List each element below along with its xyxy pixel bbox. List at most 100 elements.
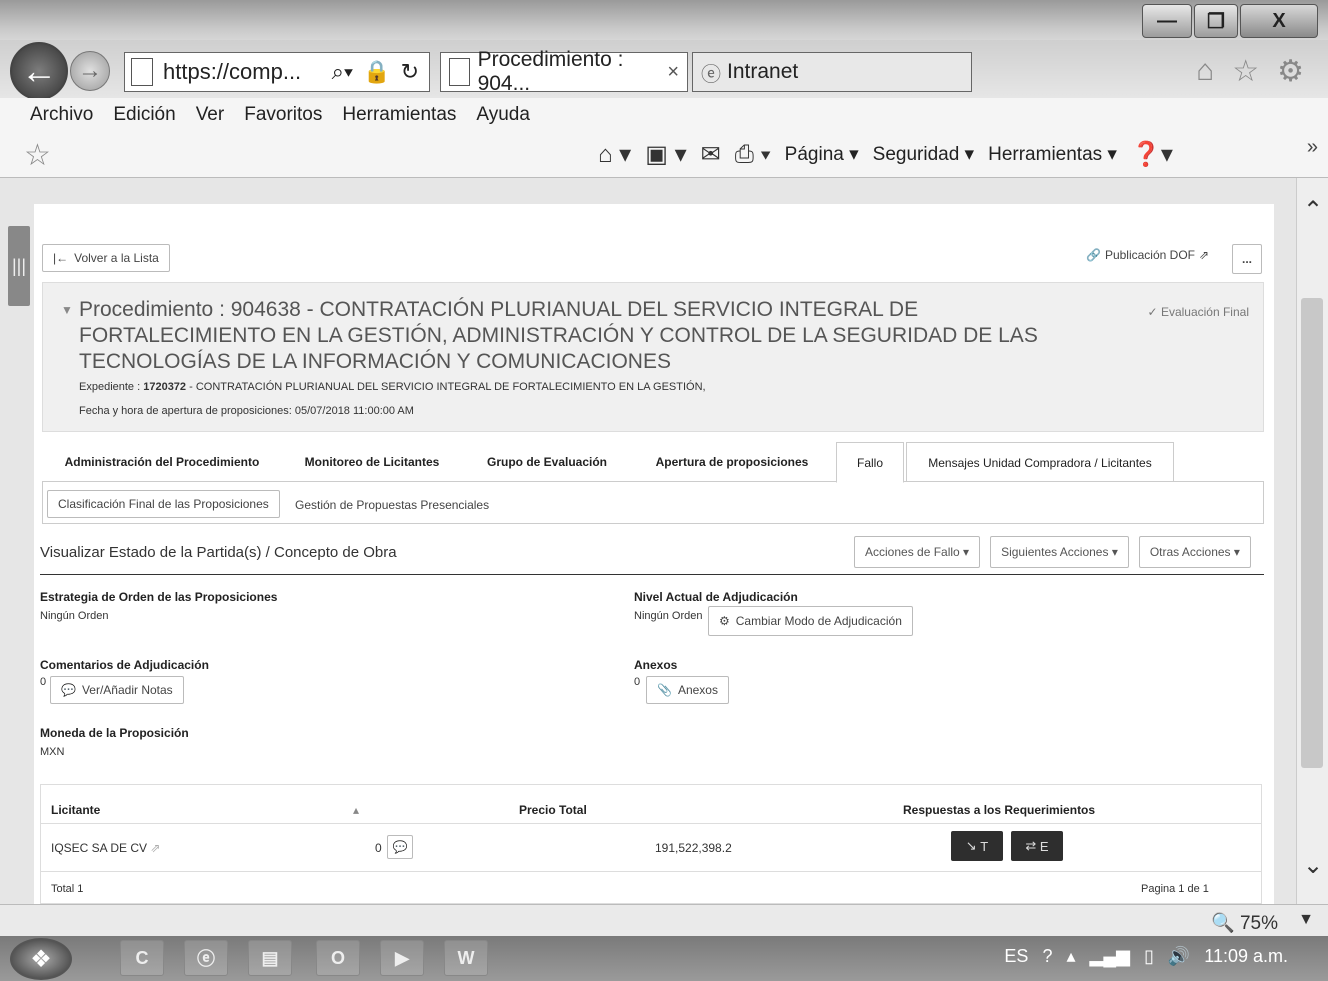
- sort-icon[interactable]: ▴: [353, 803, 359, 817]
- language-indicator[interactable]: ES: [1004, 946, 1028, 967]
- menu-archivo[interactable]: Archivo: [30, 104, 93, 126]
- collapse-caret-icon[interactable]: ▼: [61, 297, 73, 323]
- zoom-level[interactable]: 🔍 75%: [1211, 911, 1278, 935]
- back-button[interactable]: ←: [10, 42, 68, 100]
- fecha-value: 05/07/2018 11:00:00 AM: [294, 405, 414, 417]
- window-titlebar: — ❐ X: [0, 0, 1328, 40]
- battery-icon[interactable]: ▯: [1144, 946, 1154, 967]
- menu-ver[interactable]: Ver: [196, 104, 225, 126]
- ver-notas-button[interactable]: 💬 Ver/Añadir Notas: [50, 676, 184, 704]
- zoom-dropdown-icon[interactable]: ▼: [1298, 911, 1314, 929]
- tab-administracion[interactable]: Administración del Procedimiento: [42, 442, 282, 482]
- mail-icon[interactable]: ✉: [701, 140, 721, 169]
- row-comment-button[interactable]: 💬: [387, 835, 413, 859]
- url-text[interactable]: https://comp...: [163, 59, 332, 85]
- tab-label: Intranet: [727, 60, 799, 83]
- clock[interactable]: 11:09 a.m.: [1204, 946, 1288, 967]
- add-favorites-star-icon[interactable]: ☆: [24, 138, 51, 173]
- address-row: ← → https://comp... ⌕▾ 🔒 ↻ Procedimiento…: [0, 40, 1328, 100]
- tab-intranet[interactable]: ⓔ Intranet: [692, 52, 972, 92]
- col-licitante[interactable]: Licitante: [51, 803, 100, 817]
- publicacion-dof-link[interactable]: 🔗 Publicación DOF ⇗: [1086, 248, 1209, 262]
- search-icon[interactable]: ⌕▾: [332, 59, 354, 85]
- rss-feed-icon[interactable]: ▣ ▾: [645, 140, 686, 169]
- licitante-name[interactable]: IQSEC SA DE CV: [51, 841, 147, 855]
- chevron-more-icon[interactable]: »: [1307, 136, 1318, 159]
- subtab-gestion-presenciales[interactable]: Gestión de Propuestas Presenciales: [295, 498, 489, 512]
- side-panel-handle[interactable]: |||: [8, 226, 30, 306]
- table-pagination: Pagina 1 de 1: [1141, 883, 1209, 895]
- print-icon[interactable]: ⎙ ▾: [735, 141, 771, 169]
- volume-icon[interactable]: 🔊: [1168, 946, 1190, 967]
- outlook-taskbar-icon[interactable]: O: [316, 940, 360, 976]
- evaluacion-final-status: ✓ Evaluación Final: [1148, 305, 1249, 319]
- gear-icon[interactable]: ⚙: [1277, 54, 1304, 89]
- evaluacion-final-label: Evaluación Final: [1160, 305, 1249, 319]
- zoom-icon: 🔍: [1211, 913, 1235, 934]
- col-respuestas[interactable]: Respuestas a los Requerimientos: [903, 803, 1095, 817]
- otras-acciones-button[interactable]: Otras Acciones ▾: [1138, 536, 1251, 568]
- check-icon: ✓: [1147, 305, 1158, 319]
- tab-grupo-evaluacion[interactable]: Grupo de Evaluación: [462, 442, 632, 482]
- subtab-clasificacion-final[interactable]: Clasificación Final de las Proposiciones: [47, 490, 280, 518]
- chrome-taskbar-icon[interactable]: C: [120, 940, 164, 976]
- pagina-menu[interactable]: Página ▾: [785, 143, 859, 166]
- status-bar: 🔍 75% ▼: [0, 904, 1328, 936]
- tab-fallo[interactable]: Fallo: [836, 442, 904, 483]
- respuesta-t-button[interactable]: ↘ T: [951, 831, 1003, 861]
- menu-ayuda[interactable]: Ayuda: [476, 104, 530, 126]
- refresh-icon[interactable]: ↻: [401, 59, 419, 85]
- menu-edicion[interactable]: Edición: [113, 104, 175, 126]
- chart-down-icon: ↘: [965, 838, 977, 853]
- herramientas-menu[interactable]: Herramientas ▾: [988, 143, 1117, 166]
- scroll-down-icon[interactable]: ⌄: [1297, 851, 1328, 880]
- media-taskbar-icon[interactable]: ▶: [380, 940, 424, 976]
- start-button[interactable]: ❖: [10, 938, 72, 980]
- close-window-button[interactable]: X: [1240, 4, 1318, 38]
- respuesta-e-button[interactable]: ⇄ E: [1011, 831, 1063, 861]
- ie-taskbar-icon[interactable]: ⓔ: [184, 940, 228, 976]
- moneda-value: MXN: [40, 746, 65, 758]
- expediente-number: 1720372: [143, 381, 187, 393]
- favorites-star-icon[interactable]: ☆: [1232, 54, 1259, 89]
- comment-icon: 💬: [392, 840, 408, 854]
- menu-favoritos[interactable]: Favoritos: [244, 104, 322, 126]
- home-icon[interactable]: ⌂: [1196, 54, 1214, 89]
- close-tab-icon[interactable]: ×: [667, 61, 679, 84]
- tab-mensajes[interactable]: Mensajes Unidad Compradora / Licitantes: [906, 442, 1174, 482]
- network-icon[interactable]: ▂▄▆: [1090, 946, 1130, 967]
- acciones-fallo-button[interactable]: Acciones de Fallo ▾: [854, 536, 981, 568]
- more-options-button[interactable]: ...: [1232, 244, 1262, 274]
- word-taskbar-icon[interactable]: W: [444, 940, 488, 976]
- procedure-title-text: Procedimiento : 904638 - CONTRATACIÓN PL…: [79, 298, 1038, 373]
- show-hidden-icons-icon[interactable]: ▴: [1066, 946, 1075, 967]
- anexos-count: 0: [634, 676, 641, 688]
- system-tray: ES ? ▴ ▂▄▆ ▯ 🔊 11:09 a.m.: [1004, 946, 1288, 967]
- back-to-list-label: Volver a la Lista: [74, 251, 159, 265]
- scroll-up-icon[interactable]: ⌃: [1297, 196, 1328, 225]
- vertical-scrollbar[interactable]: ⌃ ⌄: [1296, 178, 1328, 904]
- minimize-button[interactable]: —: [1142, 4, 1192, 38]
- scroll-thumb[interactable]: [1301, 298, 1323, 768]
- address-bar[interactable]: https://comp... ⌕▾ 🔒 ↻: [124, 52, 430, 92]
- lock-icon[interactable]: 🔒: [363, 59, 390, 85]
- col-precio-total[interactable]: Precio Total: [519, 803, 587, 817]
- help-icon[interactable]: ?: [1042, 946, 1052, 967]
- seguridad-menu[interactable]: Seguridad ▾: [873, 143, 974, 166]
- external-link-icon: ⇗: [1199, 248, 1210, 262]
- home-icon[interactable]: ⌂ ▾: [598, 140, 631, 169]
- help-icon[interactable]: ❓▾: [1131, 140, 1173, 169]
- cambiar-modo-button[interactable]: ⚙ Cambiar Modo de Adjudicación: [708, 606, 913, 636]
- folder-taskbar-icon[interactable]: ▤: [248, 940, 292, 976]
- comentarios-label: Comentarios de Adjudicación: [40, 658, 209, 672]
- tab-apertura[interactable]: Apertura de proposiciones: [632, 442, 832, 482]
- siguientes-acciones-button[interactable]: Siguientes Acciones ▾: [990, 536, 1129, 568]
- menu-herramientas[interactable]: Herramientas: [342, 104, 456, 126]
- row-notes-count: 0: [375, 841, 382, 855]
- tab-procedimiento[interactable]: Procedimiento : 904... ×: [440, 48, 688, 95]
- maximize-button[interactable]: ❐: [1194, 4, 1238, 38]
- forward-button[interactable]: →: [70, 51, 110, 91]
- back-to-list-button[interactable]: |← Volver a la Lista: [42, 244, 170, 272]
- anexos-button[interactable]: 📎 Anexos: [646, 676, 729, 704]
- tab-monitoreo[interactable]: Monitoreo de Licitantes: [282, 442, 462, 482]
